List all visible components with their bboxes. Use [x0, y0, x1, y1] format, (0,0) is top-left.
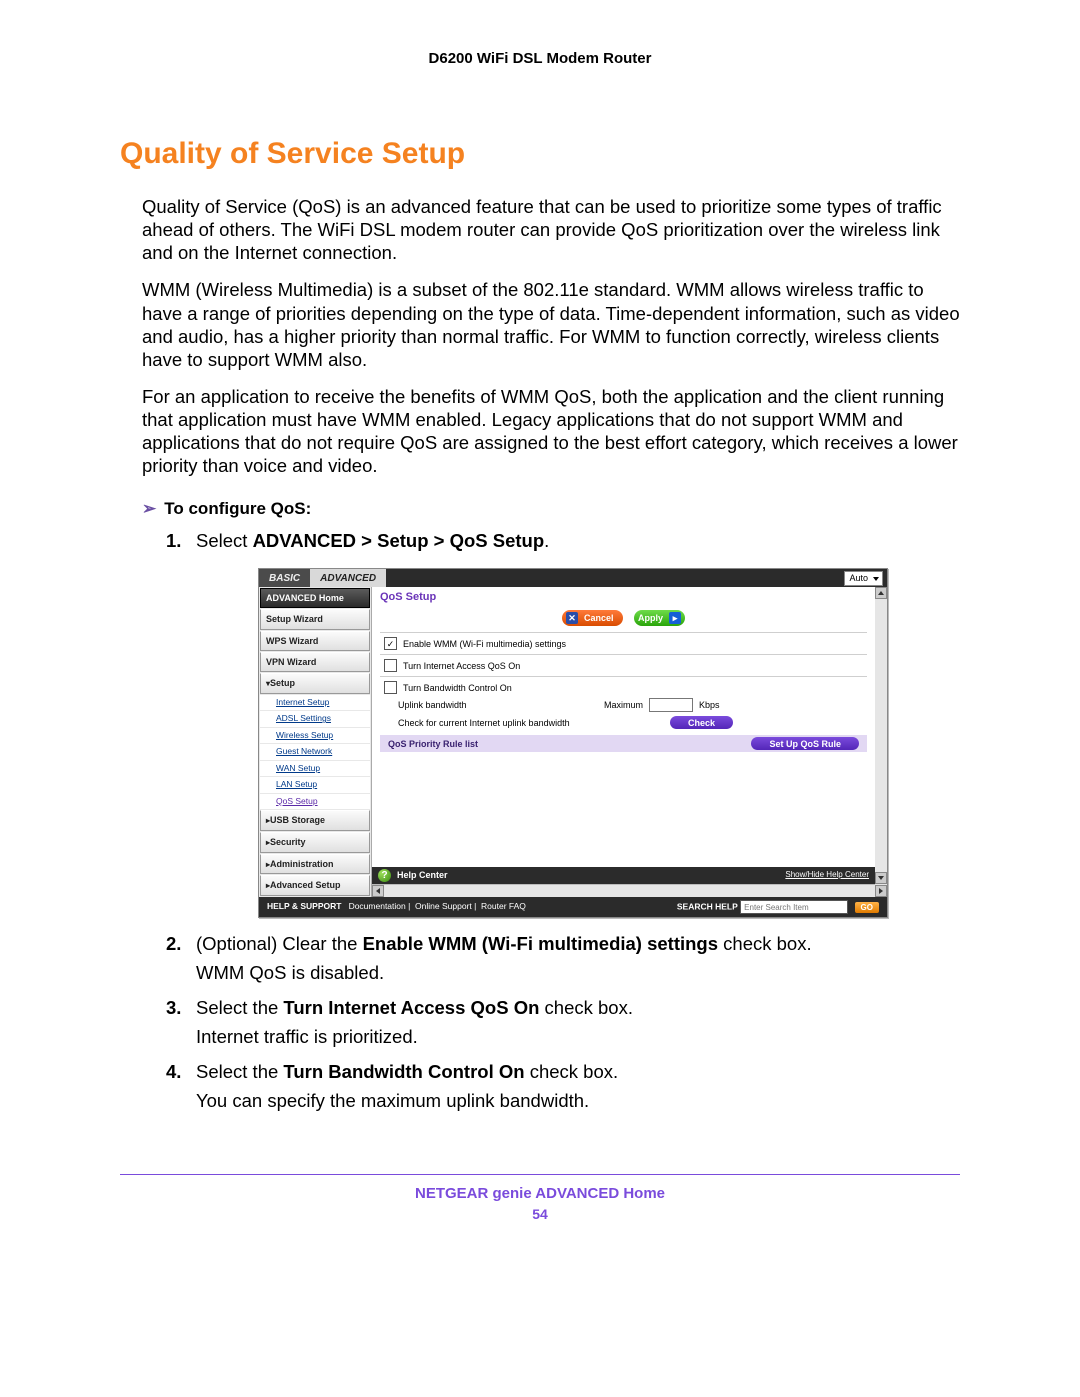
intro-para-3: For an application to receive the benefi…: [120, 385, 960, 478]
step-num: 2.: [166, 932, 181, 957]
sidebar-vpn-wizard[interactable]: VPN Wizard: [260, 652, 370, 672]
horizontal-scrollbar[interactable]: [372, 884, 875, 897]
enable-wmm-label: Enable WMM (Wi-Fi multimedia) settings: [403, 638, 566, 650]
go-button[interactable]: GO: [855, 902, 879, 913]
step-num: 4.: [166, 1060, 181, 1085]
scrollbar-left-icon[interactable]: [372, 885, 384, 897]
tab-basic[interactable]: BASIC: [259, 569, 310, 587]
priority-rule-heading: QoS Priority Rule list: [388, 738, 478, 750]
footer-bar: HELP & SUPPORT Documentation | Online Su…: [259, 897, 887, 917]
section-heading: Quality of Service Setup: [120, 137, 960, 171]
check-uplink-label: Check for current Internet uplink bandwi…: [398, 717, 598, 729]
online-support-link[interactable]: Online Support: [415, 901, 472, 911]
sidebar-setup-wizard[interactable]: Setup Wizard: [260, 609, 370, 629]
sidebar-setup[interactable]: Setup: [260, 673, 370, 694]
help-support-label: HELP & SUPPORT: [267, 901, 341, 911]
sidebar-wps-wizard[interactable]: WPS Wizard: [260, 631, 370, 651]
divider: [380, 676, 867, 677]
bandwidth-label: Turn Bandwidth Control On: [403, 682, 512, 694]
arrow-right-icon: ▸: [669, 612, 681, 624]
step-num: 3.: [166, 996, 181, 1021]
scrollbar-down-icon[interactable]: [875, 872, 887, 884]
cancel-button[interactable]: ✕Cancel: [562, 610, 624, 626]
bandwidth-checkbox[interactable]: [384, 681, 397, 694]
apply-button[interactable]: Apply▸: [634, 610, 685, 626]
scrollbar-right-icon[interactable]: [875, 885, 887, 897]
sidebar-sub-lan[interactable]: LAN Setup: [260, 777, 370, 792]
uplink-bw-input[interactable]: [649, 698, 693, 712]
step-1: 1. Select ADVANCED > Setup > QoS Setup. …: [166, 529, 960, 918]
sidebar-admin[interactable]: Administration: [260, 854, 370, 875]
internet-qos-label: Turn Internet Access QoS On: [403, 660, 520, 672]
sidebar-sub-adsl[interactable]: ADSL Settings: [260, 711, 370, 726]
step-note: You can specify the maximum uplink bandw…: [196, 1089, 960, 1114]
search-help-label: SEARCH HELP: [677, 902, 738, 912]
kbps-label: Kbps: [699, 699, 720, 711]
step-3: 3. Select the Turn Internet Access QoS O…: [166, 996, 960, 1050]
uplink-bw-label: Uplink bandwidth: [398, 699, 598, 711]
step-note: WMM QoS is disabled.: [196, 961, 960, 986]
main-panel: QoS Setup ✕Cancel Apply▸ ✓ Enable WMM (W…: [372, 587, 887, 897]
close-icon: ✕: [566, 612, 578, 624]
maximum-label: Maximum: [604, 699, 643, 711]
step-text: Select the Turn Bandwidth Control On che…: [196, 1061, 618, 1082]
search-help-input[interactable]: [740, 900, 848, 914]
step-4: 4. Select the Turn Bandwidth Control On …: [166, 1060, 960, 1114]
arrow-icon: ➢: [142, 499, 156, 518]
internet-qos-checkbox[interactable]: [384, 659, 397, 672]
sidebar-advanced-setup[interactable]: Advanced Setup: [260, 875, 370, 896]
divider: [380, 632, 867, 633]
help-center-label: Help Center: [397, 870, 448, 880]
sidebar-sub-qos[interactable]: QoS Setup: [260, 794, 370, 809]
sidebar-sub-guest[interactable]: Guest Network: [260, 744, 370, 759]
show-hide-help-link[interactable]: Show/Hide Help Center: [785, 870, 869, 881]
router-ui-screenshot: BASIC ADVANCED Auto ADVANCED Home Setup …: [258, 568, 888, 918]
check-button[interactable]: Check: [670, 716, 733, 729]
sidebar-sub-wan[interactable]: WAN Setup: [260, 761, 370, 776]
tab-advanced[interactable]: ADVANCED: [310, 569, 386, 587]
scrollbar-up-icon[interactable]: [875, 587, 887, 599]
setup-qos-rule-button[interactable]: Set Up QoS Rule: [751, 737, 859, 750]
sidebar-sub-internet[interactable]: Internet Setup: [260, 695, 370, 710]
router-faq-link[interactable]: Router FAQ: [481, 901, 526, 911]
doc-link[interactable]: Documentation: [349, 901, 406, 911]
procedure-heading: ➢ To configure QoS:: [120, 499, 960, 519]
step-text: (Optional) Clear the Enable WMM (Wi-Fi m…: [196, 933, 812, 954]
divider: [380, 654, 867, 655]
sidebar-security[interactable]: Security: [260, 832, 370, 853]
tab-bar: BASIC ADVANCED Auto: [259, 569, 887, 587]
help-center-bar: ? Help Center Show/Hide Help Center: [372, 867, 875, 884]
intro-para-2: WMM (Wireless Multimedia) is a subset of…: [120, 278, 960, 371]
page-number: 54: [120, 1206, 960, 1222]
intro-para-1: Quality of Service (QoS) is an advanced …: [120, 195, 960, 264]
product-title: D6200 WiFi DSL Modem Router: [120, 50, 960, 67]
auto-dropdown[interactable]: Auto: [844, 571, 883, 586]
step-note: Internet traffic is prioritized.: [196, 1025, 960, 1050]
sidebar: ADVANCED Home Setup Wizard WPS Wizard VP…: [259, 587, 372, 897]
step-text: Select the Turn Internet Access QoS On c…: [196, 997, 633, 1018]
step-num: 1.: [166, 529, 181, 554]
sidebar-usb[interactable]: USB Storage: [260, 810, 370, 831]
sidebar-sub-wireless[interactable]: Wireless Setup: [260, 728, 370, 743]
footer-title: NETGEAR genie ADVANCED Home: [120, 1185, 960, 1202]
footer-rule: [120, 1174, 960, 1175]
step-text: Select ADVANCED > Setup > QoS Setup.: [196, 530, 549, 551]
step-2: 2. (Optional) Clear the Enable WMM (Wi-F…: [166, 932, 960, 986]
sidebar-advanced-home[interactable]: ADVANCED Home: [260, 588, 370, 608]
procedure-heading-text: To configure QoS:: [164, 499, 311, 518]
enable-wmm-checkbox[interactable]: ✓: [384, 637, 397, 650]
panel-title: QoS Setup: [372, 587, 875, 608]
help-icon: ?: [378, 869, 391, 882]
